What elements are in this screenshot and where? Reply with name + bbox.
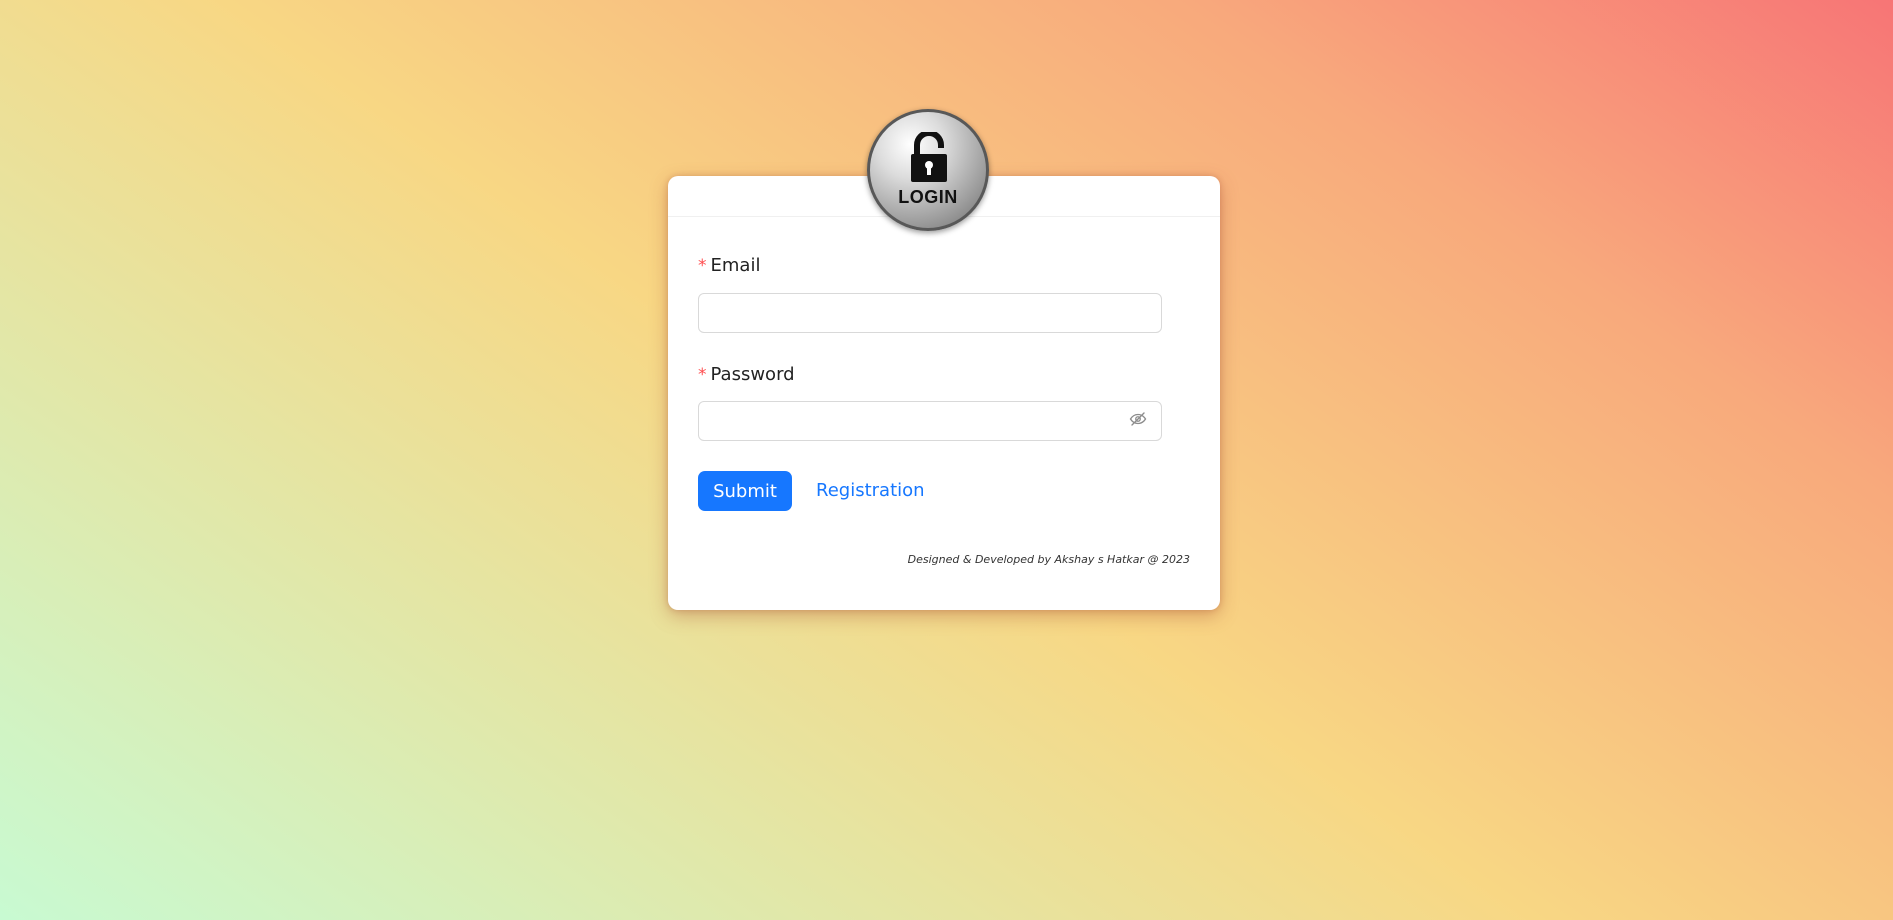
email-input[interactable] <box>698 293 1162 333</box>
padlock-icon <box>911 132 947 182</box>
email-label-text: Email <box>710 255 761 276</box>
login-card: * Email * Password Submit Registration Des… <box>668 176 1220 610</box>
submit-button[interactable]: Submit <box>698 471 792 511</box>
eye-invisible-icon[interactable] <box>1126 407 1150 431</box>
login-logo: LOGIN <box>867 109 989 231</box>
registration-link[interactable]: Registration <box>816 471 925 511</box>
logo-text: LOGIN <box>898 187 958 207</box>
password-required-mark: * <box>698 365 707 385</box>
password-label: * Password <box>698 364 795 385</box>
email-required-mark: * <box>698 256 707 276</box>
password-label-text: Password <box>710 364 795 385</box>
email-label: * Email <box>698 255 760 276</box>
footer-credit: Designed & Developed by Akshay s Hatkar … <box>907 553 1190 566</box>
password-input[interactable] <box>698 401 1162 441</box>
